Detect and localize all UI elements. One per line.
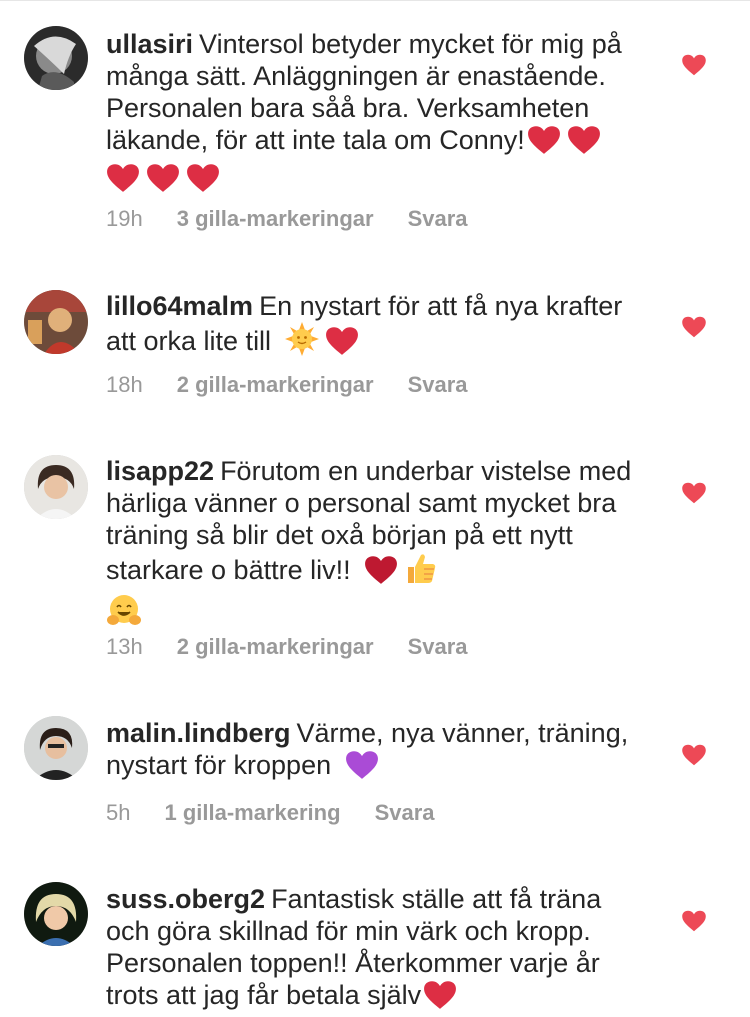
like-heart-icon[interactable] [681, 316, 707, 338]
comment-likes-link[interactable]: 3 gilla-markeringar [177, 206, 374, 231]
comment-body: malin.lindberg Värme, nya vänner, träning… [106, 717, 646, 787]
red-heart-emoji [186, 163, 220, 200]
comment-body: lisapp22 Förutom en underbar vistelse med… [106, 455, 646, 635]
red-heart-emoji [106, 163, 140, 200]
sun-with-face-emoji [284, 322, 319, 363]
comment-time: 19h [106, 206, 143, 231]
comment-likes-link[interactable]: 1 gilla-markering [164, 800, 340, 825]
avatar[interactable] [24, 290, 88, 354]
comment-body: lillo64malm En nystart för att få nya kra… [106, 290, 646, 363]
comment-body: suss.oberg2 Fantastisk ställe att få trän… [106, 883, 646, 1017]
comment-time: 18h [106, 372, 143, 397]
like-heart-icon[interactable] [681, 744, 707, 766]
comment-time: 13h [106, 634, 143, 659]
thumbs-up-emoji [404, 551, 438, 592]
comment-time: 5h [106, 800, 131, 825]
comment-likes-link[interactable]: 2 gilla-markeringar [177, 634, 374, 659]
comment-meta: 18h 2 gilla-markeringar Svara [106, 372, 468, 398]
red-heart-emoji [423, 980, 457, 1017]
red-heart-emoji [325, 326, 359, 363]
comment-username[interactable]: malin.lindberg [106, 718, 291, 748]
red-heart-emoji [364, 555, 398, 592]
like-heart-icon[interactable] [681, 54, 707, 76]
comment-username[interactable]: suss.oberg2 [106, 884, 265, 914]
red-heart-emoji [527, 125, 561, 162]
comment-username[interactable]: ullasiri [106, 29, 193, 59]
hugging-face-emoji [106, 592, 142, 635]
comment-username[interactable]: lillo64malm [106, 291, 253, 321]
reply-button[interactable]: Svara [375, 800, 435, 825]
purple-heart-emoji [345, 750, 379, 787]
comment-username[interactable]: lisapp22 [106, 456, 214, 486]
avatar[interactable] [24, 455, 88, 519]
comment-meta: 19h 3 gilla-markeringar Svara [106, 206, 468, 232]
reply-button[interactable]: Svara [408, 634, 468, 659]
like-heart-icon[interactable] [681, 482, 707, 504]
avatar[interactable] [24, 716, 88, 780]
red-heart-emoji [567, 125, 601, 162]
comment-body: ullasiri Vintersol betyder mycket för mig… [106, 28, 646, 200]
avatar[interactable] [24, 26, 88, 90]
red-heart-emoji [146, 163, 180, 200]
comment-meta: 13h 2 gilla-markeringar Svara [106, 634, 468, 660]
like-heart-icon[interactable] [681, 910, 707, 932]
reply-button[interactable]: Svara [408, 372, 468, 397]
comment-meta: 5h 1 gilla-markering Svara [106, 800, 435, 826]
comment-likes-link[interactable]: 2 gilla-markeringar [177, 372, 374, 397]
avatar[interactable] [24, 882, 88, 946]
reply-button[interactable]: Svara [408, 206, 468, 231]
top-divider [0, 0, 750, 1]
